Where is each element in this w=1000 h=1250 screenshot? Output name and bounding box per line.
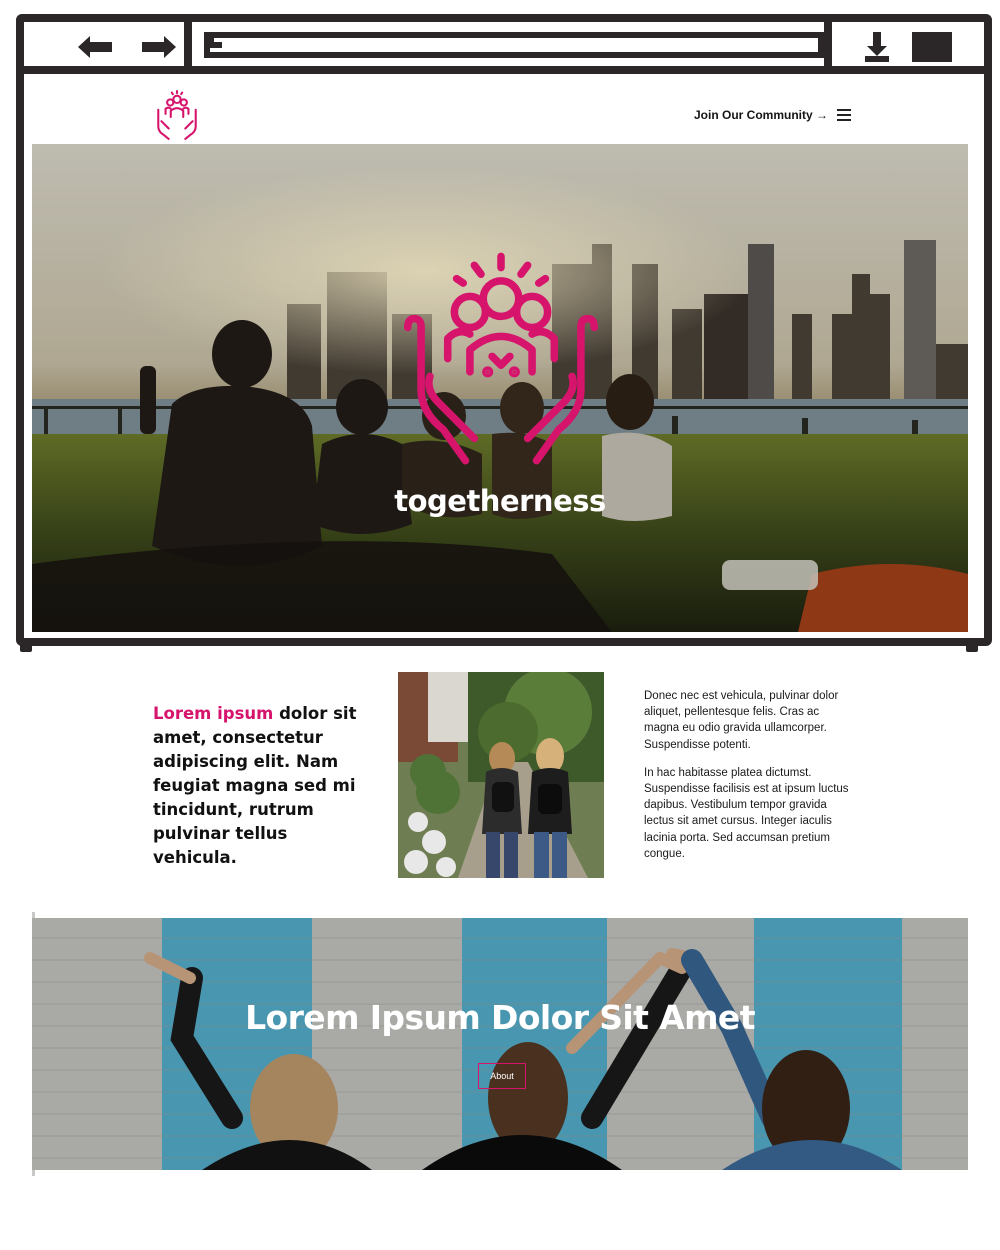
- intro-paragraph: In hac habitasse platea dictumst. Suspen…: [644, 766, 849, 860]
- back-arrow-icon[interactable]: [74, 30, 118, 64]
- intro-lead-rest: dolor sit amet, consectetur adipiscing e…: [153, 704, 357, 867]
- join-community-link[interactable]: Join Our Community →: [694, 108, 828, 122]
- forward-arrow-icon[interactable]: [136, 30, 180, 64]
- toolbar-divider: [824, 22, 832, 74]
- community-hands-icon[interactable]: [150, 90, 204, 142]
- browser-menu-button[interactable]: [912, 32, 952, 62]
- intro-paragraph: Donec nec est vehicula, pulvinar dolor a…: [644, 690, 839, 751]
- browser-toolbar: [24, 22, 984, 74]
- site-header: Join Our Community →: [32, 76, 968, 144]
- intro-body: Donec nec est vehicula, pulvinar dolor a…: [644, 688, 854, 862]
- banner-background-photo: [32, 918, 968, 1170]
- refresh-icon[interactable]: [208, 36, 228, 52]
- hamburger-icon[interactable]: [837, 109, 851, 121]
- toolbar-divider: [184, 22, 192, 74]
- intro-lead-accent: Lorem ipsum: [153, 704, 274, 723]
- about-button[interactable]: About: [478, 1063, 526, 1089]
- friends-walking-photo: [398, 672, 604, 878]
- address-bar[interactable]: [204, 32, 824, 58]
- intro-lead-text: Lorem ipsum dolor sit amet, consectetur …: [153, 702, 368, 870]
- download-icon[interactable]: [862, 30, 892, 64]
- community-hands-icon: [403, 252, 599, 465]
- banner-title: Lorem Ipsum Dolor Sit Amet: [245, 998, 755, 1037]
- frame-corner: [20, 640, 32, 652]
- hero-title: togetherness: [394, 484, 606, 518]
- frame-corner: [966, 640, 978, 652]
- banner-section: Lorem Ipsum Dolor Sit Amet About: [32, 918, 968, 1170]
- hero-section: togetherness: [32, 144, 968, 632]
